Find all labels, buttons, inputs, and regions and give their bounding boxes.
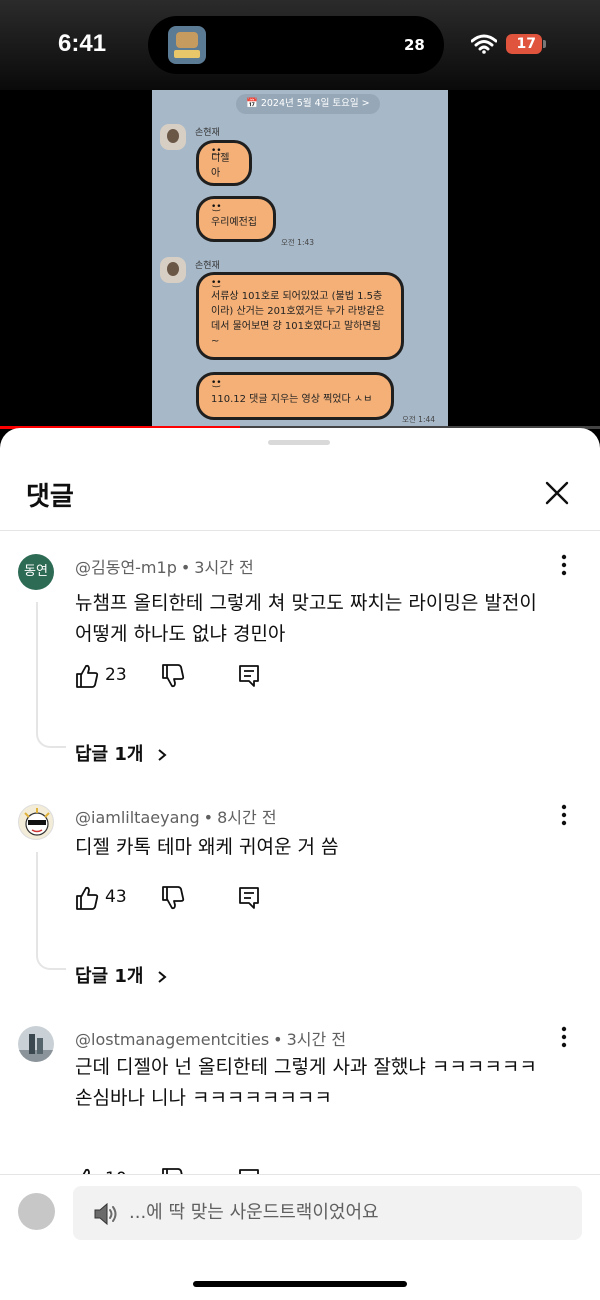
video-frame-chat: 📅 2024년 5월 4일 토요일 > 손현재 •͜• 디젤아 •͜• 우리예전집 … — [152, 90, 448, 428]
comment-text-line: 근데 디젤아 넌 올티한테 그렇게 사과 잘했냐 ㅋㅋㅋㅋㅋㅋ — [75, 1056, 537, 1078]
comment-item: @iamliltaeyang • 8시간 전 디젤 카톡 테마 왜케 귀여운 거 씀… — [0, 804, 600, 1004]
chat-date: 📅 2024년 5월 4일 토요일 > — [236, 94, 380, 114]
video-player[interactable]: 📅 2024년 5월 4일 토요일 > 손현재 •͜• 디젤아 •͜• 우리예전집 … — [0, 90, 600, 429]
thread-line — [36, 852, 66, 970]
like-count: 43 — [105, 887, 127, 907]
comment-meta: @iamliltaeyang • 8시간 전 — [75, 808, 277, 827]
drag-handle[interactable] — [268, 440, 330, 445]
thumbs-down-icon[interactable] — [161, 884, 185, 912]
chevron-right-icon — [158, 971, 167, 983]
comment-text-line: 손심바나 니나 ㅋㅋㅋㅋㅋㅋㅋㅋ — [75, 1087, 332, 1109]
sheet-title: 댓글 — [26, 482, 74, 512]
comment-text: 디젤 카톡 테마 왜케 귀여운 거 씀 — [75, 836, 339, 858]
island-count: 28 — [404, 36, 425, 54]
comment-text: 근데 디젤아 넌 올티한테 그렇게 사과 잘했냐 ㅋㅋㅋㅋㅋㅋ 손심바나 니나 … — [75, 1052, 545, 1114]
wifi-icon — [471, 34, 497, 54]
comment-icon[interactable] — [237, 662, 261, 690]
chat-timestamp: 오전 1:44 — [402, 415, 436, 424]
my-avatar — [18, 1193, 55, 1230]
chat-sender-name: 손현재 — [195, 261, 220, 271]
chat-bubble: •͜• 110.12 댓글 지우는 영상 찍었다 ㅅㅂ — [196, 372, 394, 420]
comment-icon[interactable] — [237, 884, 261, 912]
battery-cap — [543, 40, 546, 48]
close-icon[interactable] — [538, 474, 576, 512]
like-count: 23 — [105, 665, 127, 685]
replies-toggle[interactable]: 답글 1개 — [75, 962, 168, 988]
more-vert-icon[interactable] — [554, 802, 574, 828]
photo-avatar-icon — [18, 1034, 54, 1062]
more-vert-icon[interactable] — [554, 552, 574, 578]
comment-composer: ...에 딱 맞는 사운드트랙이었어요 — [0, 1174, 600, 1300]
thread-line — [36, 602, 66, 748]
comment-author[interactable]: @iamliltaeyang — [75, 808, 200, 827]
thumbs-down-icon[interactable] — [161, 662, 185, 690]
chat-timestamp: 오전 1:43 — [281, 238, 315, 247]
avatar[interactable] — [18, 804, 54, 840]
avatar[interactable]: 동연 — [18, 554, 54, 590]
status-bar: 6:41 28 17 — [0, 0, 600, 90]
comment-age: 3시간 전 — [194, 558, 254, 577]
comment-text: 뉴챔프 올티한테 그렇게 쳐 맞고도 짜치는 라이밍은 발전이 어떻게 하나도 … — [75, 592, 537, 645]
speaker-icon — [94, 1202, 117, 1226]
chevron-right-icon — [158, 749, 167, 761]
divider — [0, 530, 600, 531]
comment-item: 동연 @김동연-m1p • 3시간 전 뉴챔프 올티한테 그렇게 쳐 맞고도 짜치는… — [0, 554, 600, 774]
chat-sender-name: 손현재 — [195, 128, 220, 138]
battery-indicator: 17 — [506, 34, 542, 54]
thumbs-up-icon[interactable] — [75, 884, 99, 912]
chat-bubble: •͜• 디젤아 — [196, 140, 252, 186]
comment-meta: @김동연-m1p • 3시간 전 — [75, 558, 254, 577]
chat-bubble: •͜• 우리예전집 — [196, 196, 276, 242]
more-vert-icon[interactable] — [554, 1024, 574, 1050]
comments-sheet: 댓글 동연 @김동연-m1p • 3시간 전 뉴챔프 올티한테 그렇게 쳐 맞고도 … — [0, 428, 600, 1300]
dynamic-island[interactable]: 28 — [148, 16, 444, 74]
comment-age: 8시간 전 — [217, 808, 277, 827]
chat-avatar — [160, 257, 186, 283]
chat-avatar — [160, 124, 186, 150]
comment-age: 3시간 전 — [286, 1030, 347, 1049]
now-playing-thumbnail — [168, 26, 206, 64]
chat-bubble: •͜• 서류상 101호로 되어있었고 (불법 1.5층이라) 산거는 201호였… — [196, 272, 404, 360]
home-indicator — [193, 1281, 407, 1287]
status-time: 6:41 — [58, 30, 107, 57]
comment-author[interactable]: @김동연-m1p — [75, 558, 177, 577]
cartoon-avatar-icon — [24, 808, 50, 836]
thumbs-up-icon[interactable] — [75, 662, 99, 690]
comment-author[interactable]: @lostmanagementcities — [75, 1030, 269, 1049]
avatar[interactable] — [18, 1026, 54, 1062]
replies-toggle[interactable]: 답글 1개 — [75, 740, 168, 766]
comment-item: @lostmanagementcities • 3시간 전 근데 디젤아 넌 올티한… — [0, 1024, 600, 1192]
comment-input[interactable]: ...에 딱 맞는 사운드트랙이었어요 — [73, 1186, 582, 1240]
comment-meta: @lostmanagementcities • 3시간 전 — [75, 1030, 347, 1049]
